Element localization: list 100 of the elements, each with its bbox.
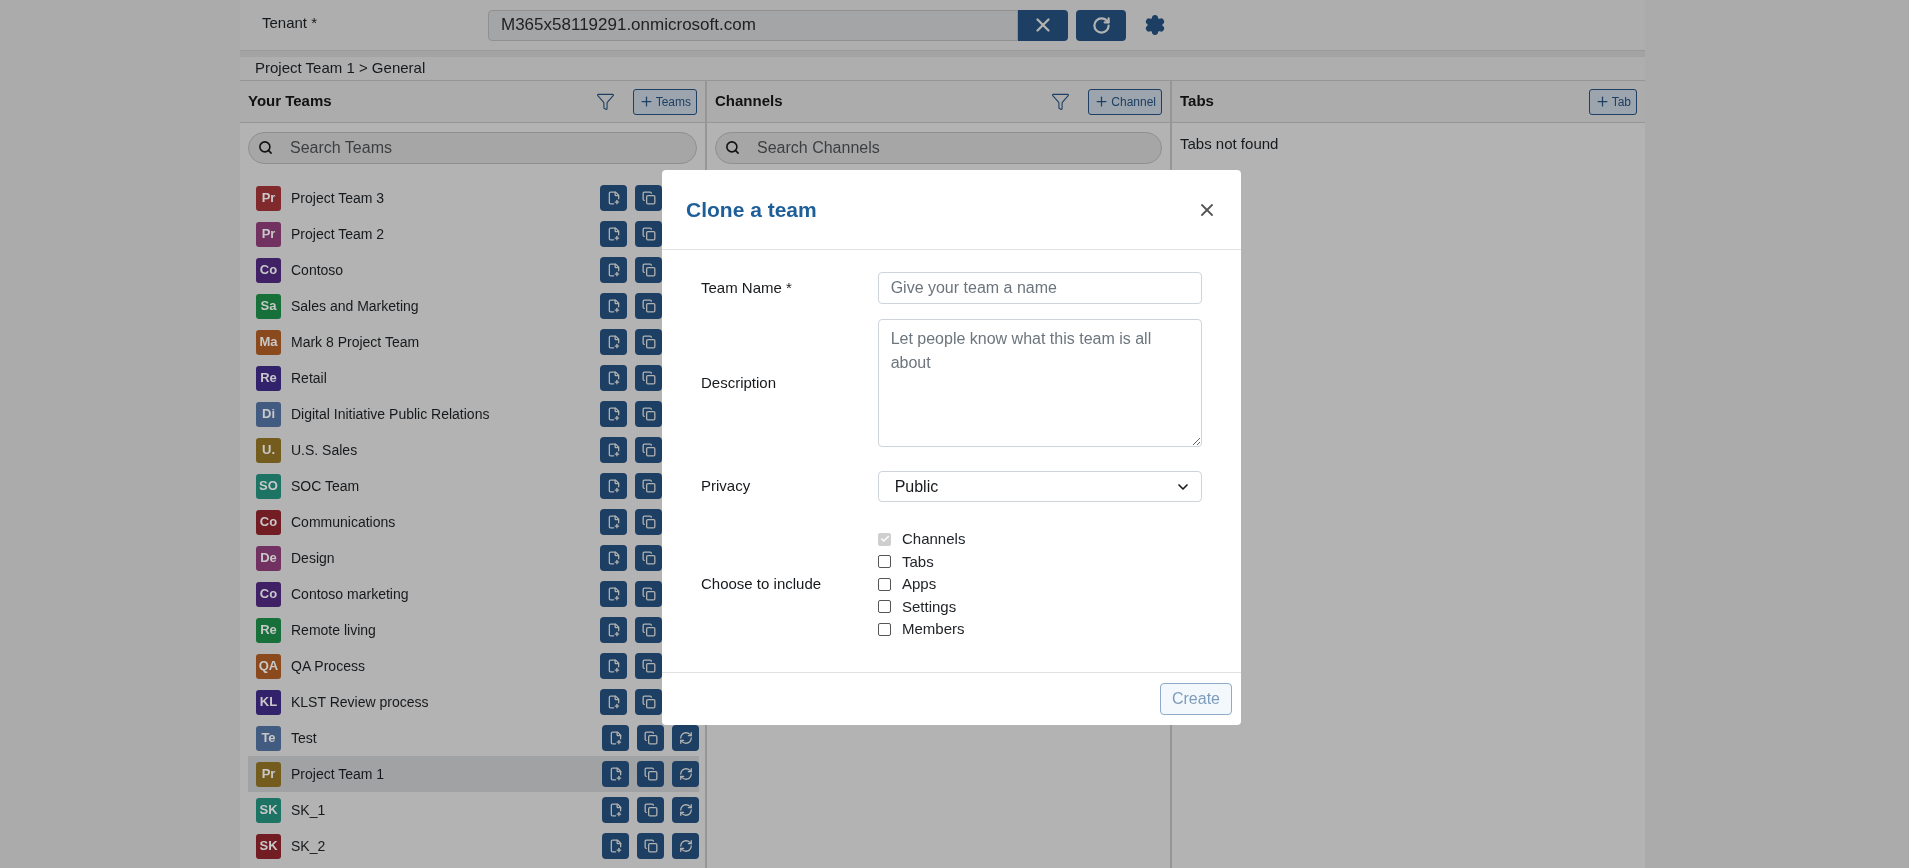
- checkbox[interactable]: [878, 577, 891, 591]
- new-file-button[interactable]: [600, 221, 627, 247]
- team-row[interactable]: Sa Sales and Marketing: [248, 288, 662, 324]
- checkbox[interactable]: [878, 622, 891, 636]
- team-avatar: Re: [256, 365, 281, 391]
- panel-title: Channels: [715, 91, 784, 112]
- tenant-field[interactable]: M365x58119291.onmicrosoft.com: [488, 9, 1018, 41]
- include-checkbox[interactable]: Settings: [878, 595, 966, 618]
- new-file-button[interactable]: [600, 617, 627, 643]
- copy-button[interactable]: [635, 365, 662, 391]
- copy-button[interactable]: [635, 545, 662, 571]
- copy-button[interactable]: [637, 797, 664, 823]
- description-field[interactable]: Let people know what this team is all about: [877, 319, 1202, 447]
- team-row[interactable]: KL KLST Review process: [248, 684, 662, 720]
- copy-icon: [641, 479, 656, 493]
- new-file-button[interactable]: [600, 257, 627, 283]
- file-plus-icon: [606, 587, 621, 601]
- team-row[interactable]: SO SOC Team: [248, 468, 662, 504]
- search-field[interactable]: Search Channels: [715, 132, 1162, 164]
- team-row[interactable]: Te Test: [248, 720, 699, 756]
- new-file-button[interactable]: [600, 329, 627, 355]
- new-file-button[interactable]: [600, 653, 627, 679]
- new-file-button[interactable]: [602, 833, 629, 859]
- include-checkbox[interactable]: Tabs: [878, 550, 966, 573]
- file-plus-icon: [606, 479, 621, 493]
- copy-icon: [641, 227, 656, 241]
- new-file-button[interactable]: [600, 689, 627, 715]
- privacy-select[interactable]: Public: [877, 471, 1202, 502]
- team-name: U.S. Sales: [291, 440, 359, 460]
- copy-icon: [641, 659, 656, 673]
- team-row[interactable]: Pr Project Team 3: [248, 180, 662, 216]
- copy-button[interactable]: [635, 473, 662, 499]
- copy-button[interactable]: [635, 437, 662, 463]
- new-file-button[interactable]: [600, 293, 627, 319]
- team-row[interactable]: SK SK_1: [248, 792, 699, 828]
- filter-icon[interactable]: [595, 92, 615, 111]
- new-file-button[interactable]: [600, 509, 627, 535]
- team-row[interactable]: Pr Project Team 2: [248, 216, 662, 252]
- include-checkbox[interactable]: Apps: [878, 573, 966, 596]
- clear-button[interactable]: [1018, 9, 1068, 41]
- team-avatar: Pr: [256, 761, 281, 787]
- team-row[interactable]: Ma Mark 8 Project Team: [248, 324, 662, 360]
- copy-button[interactable]: [637, 725, 664, 751]
- search-field[interactable]: Search Teams: [248, 132, 697, 164]
- team-row[interactable]: De Design: [248, 540, 662, 576]
- add-button[interactable]: Tab: [1588, 88, 1637, 115]
- team-name: Contoso: [291, 260, 345, 280]
- copy-button[interactable]: [635, 329, 662, 355]
- new-file-button[interactable]: [600, 473, 627, 499]
- copy-button[interactable]: [635, 689, 662, 715]
- sync-button[interactable]: [672, 725, 699, 751]
- team-row[interactable]: Re Retail: [248, 360, 662, 396]
- sync-button[interactable]: [672, 833, 699, 859]
- team-name: Project Team 1: [291, 764, 386, 784]
- include-checkbox[interactable]: Members: [878, 618, 966, 641]
- new-file-button[interactable]: [602, 761, 629, 787]
- team-row[interactable]: SK SK_2: [248, 828, 699, 864]
- copy-icon: [641, 443, 656, 457]
- copy-icon: [643, 839, 658, 853]
- new-file-button[interactable]: [602, 725, 629, 751]
- add-button[interactable]: Teams: [632, 88, 697, 115]
- add-button[interactable]: Channel: [1088, 88, 1162, 115]
- copy-button[interactable]: [635, 401, 662, 427]
- new-file-button[interactable]: [600, 545, 627, 571]
- copy-button[interactable]: [635, 653, 662, 679]
- copy-button[interactable]: [635, 581, 662, 607]
- new-file-button[interactable]: [600, 365, 627, 391]
- filter-icon[interactable]: [1051, 92, 1071, 111]
- copy-button[interactable]: [635, 617, 662, 643]
- copy-button[interactable]: [635, 293, 662, 319]
- team-avatar: Ma: [256, 329, 281, 355]
- checkbox[interactable]: [878, 555, 891, 569]
- team-name: KLST Review process: [291, 692, 430, 712]
- new-file-button[interactable]: [602, 797, 629, 823]
- copy-button[interactable]: [637, 833, 664, 859]
- refresh-button[interactable]: [1076, 9, 1126, 41]
- team-name-field[interactable]: Give your team a name: [877, 272, 1202, 304]
- copy-button[interactable]: [635, 221, 662, 247]
- team-row[interactable]: Di Digital Initiative Public Relations: [248, 396, 662, 432]
- copy-button[interactable]: [635, 257, 662, 283]
- new-file-button[interactable]: [600, 185, 627, 211]
- new-file-button[interactable]: [600, 401, 627, 427]
- copy-button[interactable]: [637, 761, 664, 787]
- sync-button[interactable]: [672, 761, 699, 787]
- checkbox[interactable]: [878, 600, 891, 614]
- team-row[interactable]: Co Contoso: [248, 252, 662, 288]
- sync-button[interactable]: [672, 797, 699, 823]
- new-file-button[interactable]: [600, 437, 627, 463]
- refresh-icon: [1091, 15, 1111, 35]
- copy-button[interactable]: [635, 185, 662, 211]
- copy-icon: [641, 695, 656, 709]
- team-row[interactable]: Co Communications: [248, 504, 662, 540]
- copy-button[interactable]: [635, 509, 662, 535]
- team-row[interactable]: Re Remote living: [248, 612, 662, 648]
- team-row[interactable]: U. U.S. Sales: [248, 432, 662, 468]
- new-file-button[interactable]: [600, 581, 627, 607]
- team-row[interactable]: Pr Project Team 1: [248, 756, 699, 792]
- team-row[interactable]: QA QA Process: [248, 648, 662, 684]
- settings-icon[interactable]: [1144, 14, 1166, 36]
- team-row[interactable]: Co Contoso marketing: [248, 576, 662, 612]
